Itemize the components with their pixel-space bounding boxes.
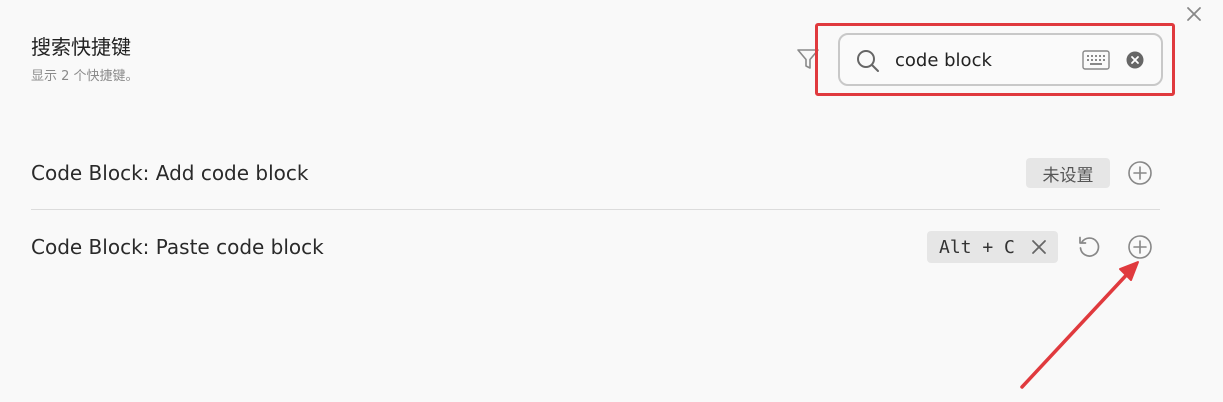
hotkey-label: Code Block: Add code block [31,161,309,185]
page-title: 搜索快捷键 [31,35,131,59]
clear-icon[interactable] [1125,50,1145,70]
plus-circle-icon [1128,235,1152,259]
remove-shortcut-button[interactable] [1029,237,1049,257]
search-icon [854,47,882,75]
search-box [838,33,1163,86]
add-hotkey-button[interactable] [1127,160,1153,186]
close-icon [1187,7,1201,21]
shortcut-text: Alt + C [939,236,1015,258]
hotkey-row: Code Block: Add code block 未设置 [31,148,1160,198]
filter-icon [797,49,819,69]
divider [31,209,1160,210]
keyboard-icon[interactable] [1082,49,1110,71]
hotkey-row: Code Block: Paste code block Alt + C [31,222,1160,272]
reset-icon [1079,236,1100,257]
reset-hotkey-button[interactable] [1076,234,1102,260]
x-icon [1032,240,1046,254]
search-input[interactable] [895,45,1065,75]
result-count: 显示 2 个快捷键。 [31,69,139,84]
add-hotkey-button[interactable] [1127,234,1153,260]
hotkey-label: Code Block: Paste code block [31,235,324,259]
shortcut-chip: Alt + C [927,231,1058,263]
unset-badge[interactable]: 未设置 [1026,158,1110,188]
filter-button[interactable] [795,46,821,72]
plus-circle-icon [1128,161,1152,185]
annotation-arrow [1020,261,1139,389]
close-button[interactable] [1183,3,1205,25]
